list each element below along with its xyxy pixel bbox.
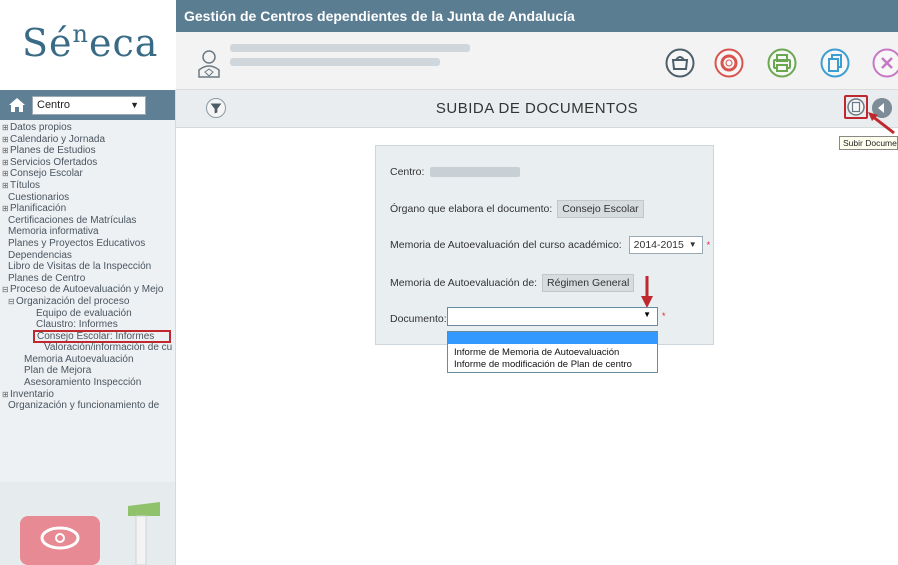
menu-item-titulos[interactable]: ⊞Títulos bbox=[0, 180, 175, 192]
chevron-down-icon: ▼ bbox=[688, 240, 697, 249]
email-illustration-icon bbox=[20, 502, 160, 565]
memoria-de-value: Régimen General bbox=[542, 274, 635, 292]
menu-item-planes-centro[interactable]: Planes de Centro bbox=[0, 273, 175, 285]
copy-icon[interactable] bbox=[820, 48, 850, 78]
menu-item-plan-mejora[interactable]: Plan de Mejora bbox=[0, 365, 175, 377]
documento-select[interactable]: ▼ bbox=[447, 307, 658, 326]
documento-dropdown-list: Informe de Memoria de Autoevaluación Inf… bbox=[447, 331, 658, 373]
seneca-logo: Séneca bbox=[0, 0, 176, 90]
menu-item-cuestionarios[interactable]: Cuestionarios bbox=[0, 192, 175, 204]
sidebar-header: Centro ▼ bbox=[0, 90, 175, 120]
user-icon bbox=[198, 50, 220, 78]
documento-label: Documento: bbox=[390, 313, 447, 325]
menu-item-valoracion[interactable]: Valoración/información de cu bbox=[0, 342, 175, 354]
curso-select[interactable]: 2014-2015 ▼ bbox=[628, 236, 703, 254]
sidebar: Centro ▼ ⊞Datos propios ⊞Calendario y Jor… bbox=[0, 90, 176, 565]
menu-item-libro-visitas[interactable]: Libro de Visitas de la Inspección bbox=[0, 261, 175, 273]
user-bar bbox=[176, 32, 898, 90]
organo-row: Órgano que elabora el documento: Consejo… bbox=[390, 200, 644, 218]
dropdown-option-empty[interactable] bbox=[448, 332, 657, 344]
upload-document-button[interactable] bbox=[844, 95, 868, 119]
upload-icon bbox=[847, 98, 865, 116]
app-title: Gestión de Centros dependientes de la Ju… bbox=[176, 0, 898, 32]
content-toolbar: SUBIDA DE DOCUMENTOS bbox=[176, 90, 898, 128]
centro-value-blurred bbox=[430, 167, 521, 178]
menu-item-consejo-escolar-informes[interactable]: Consejo Escolar: Informes bbox=[33, 329, 171, 344]
logo-text: Séneca bbox=[22, 20, 159, 65]
chevron-down-icon: ▼ bbox=[130, 100, 139, 110]
centro-selector[interactable]: Centro ▼ bbox=[32, 96, 146, 115]
menu-item-proceso-autoevaluacion[interactable]: ⊟Proceso de Autoevaluación y Mejo bbox=[0, 284, 175, 296]
upload-tooltip: Subir Documento bbox=[839, 136, 898, 150]
menu-item-datos-propios[interactable]: ⊞Datos propios bbox=[0, 122, 175, 134]
dropdown-option-informe-modificacion[interactable]: Informe de modificación de Plan de centr… bbox=[448, 359, 657, 371]
menu-item-servicios[interactable]: ⊞Servicios Ofertados bbox=[0, 157, 175, 169]
memoria-curso-row: Memoria de Autoevaluación del curso acad… bbox=[390, 236, 710, 254]
menu-item-organizacion-proceso[interactable]: ⊟Organización del proceso bbox=[0, 296, 175, 308]
close-icon[interactable] bbox=[872, 48, 898, 78]
menu-item-dependencias[interactable]: Dependencias bbox=[0, 250, 175, 262]
menu-item-planes-estudios[interactable]: ⊞Planes de Estudios bbox=[0, 145, 175, 157]
menu-item-certificaciones[interactable]: Certificaciones de Matrículas bbox=[0, 215, 175, 227]
annotation-arrow-icon bbox=[641, 276, 653, 308]
page-title: SUBIDA DE DOCUMENTOS bbox=[435, 100, 639, 117]
sidebar-menu: ⊞Datos propios ⊞Calendario y Jornada ⊞Pl… bbox=[0, 120, 175, 412]
menu-item-calendario[interactable]: ⊞Calendario y Jornada bbox=[0, 134, 175, 146]
memoria-de-row: Memoria de Autoevaluación de: Régimen Ge… bbox=[390, 274, 635, 292]
menu-item-organizacion-funcionamiento[interactable]: Organización y funcionamiento de bbox=[0, 400, 175, 412]
annotation-arrow-icon bbox=[868, 112, 895, 134]
menu-item-memoria-informativa[interactable]: Memoria informativa bbox=[0, 226, 175, 238]
sidebar-footer bbox=[0, 482, 175, 565]
menu-item-asesoramiento[interactable]: Asesoramiento Inspección bbox=[0, 377, 175, 389]
lifebuoy-icon[interactable] bbox=[714, 48, 744, 78]
required-mark: * bbox=[662, 311, 666, 321]
printer-icon[interactable] bbox=[767, 48, 797, 78]
menu-item-planes-proyectos[interactable]: Planes y Proyectos Educativos bbox=[0, 238, 175, 250]
centro-row: Centro: bbox=[390, 166, 521, 178]
chevron-down-icon: ▼ bbox=[643, 310, 651, 319]
required-mark: * bbox=[706, 240, 711, 250]
menu-item-equipo-evaluacion[interactable]: Equipo de evaluación bbox=[0, 308, 175, 320]
menu-item-memoria-autoevaluacion[interactable]: Memoria Autoevaluación bbox=[0, 354, 175, 366]
user-info-blurred bbox=[230, 44, 490, 74]
menu-item-planificacion[interactable]: ⊞Planificación bbox=[0, 203, 175, 215]
dropdown-option-informe-memoria[interactable]: Informe de Memoria de Autoevaluación bbox=[448, 347, 657, 359]
menu-item-consejo-escolar[interactable]: ⊞Consejo Escolar bbox=[0, 168, 175, 180]
bag-icon[interactable] bbox=[665, 48, 695, 78]
menu-item-inventario[interactable]: ⊞Inventario bbox=[0, 389, 175, 401]
organo-value: Consejo Escolar bbox=[557, 200, 644, 218]
menu-item-claustro-informes[interactable]: Claustro: Informes bbox=[0, 319, 175, 331]
home-icon[interactable] bbox=[8, 97, 26, 113]
